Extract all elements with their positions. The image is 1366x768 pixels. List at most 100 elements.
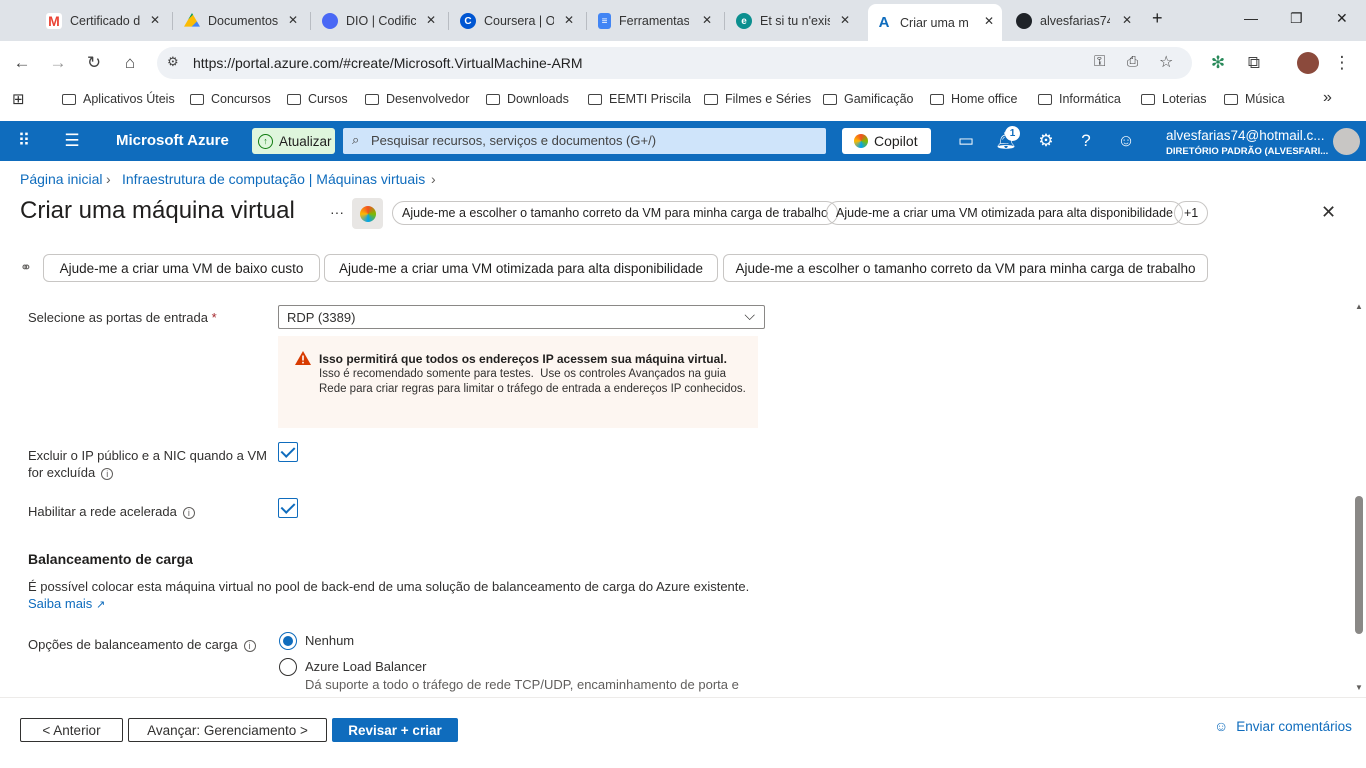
close-tab-icon[interactable]: ✕ — [840, 13, 850, 27]
password-key-icon[interactable]: ⚿ — [1094, 53, 1105, 70]
restore-icon[interactable]: ❐ — [1290, 10, 1303, 27]
learn-more-link[interactable]: Saiba mais ↗ — [28, 596, 105, 611]
scroll-up-icon[interactable]: ▲ — [1355, 302, 1363, 311]
home-icon[interactable]: ⌂ — [120, 53, 140, 73]
previous-button[interactable]: < Anterior — [20, 718, 123, 742]
browser-tab[interactable]: C Coursera | O ✕ — [452, 6, 582, 36]
bookmark-folder[interactable]: Informática — [1038, 92, 1121, 106]
scrollbar-thumb[interactable] — [1355, 496, 1363, 634]
bookmark-folder[interactable]: Concursos — [190, 92, 271, 106]
upgrade-button[interactable]: ↑ Atualizar — [252, 128, 335, 154]
bookmark-folder[interactable]: Home office — [930, 92, 1017, 106]
notification-badge: 1 — [1005, 126, 1020, 141]
global-search-input[interactable]: ⌕ Pesquisar recursos, serviços e documen… — [343, 128, 826, 154]
suggestion-high-availability-button[interactable]: Ajude-me a criar uma VM otimizada para a… — [324, 254, 718, 282]
bookmark-folder[interactable]: Filmes e Séries — [704, 92, 811, 106]
copilot-suggestions-icon[interactable] — [352, 198, 383, 229]
more-options-icon[interactable]: ··· — [330, 204, 344, 220]
close-tab-icon[interactable]: ✕ — [288, 13, 298, 27]
bookmark-star-icon[interactable]: ☆ — [1159, 52, 1173, 72]
install-app-icon[interactable]: ⎙ — [1127, 53, 1138, 70]
inbound-ports-select[interactable]: RDP (3389) ⌵ — [278, 305, 765, 329]
settings-gear-icon[interactable]: ⚙ — [1035, 131, 1057, 151]
url-text[interactable]: https://portal.azure.com/#create/Microso… — [193, 55, 583, 71]
address-bar[interactable]: ⚙ https://portal.azure.com/#create/Micro… — [157, 47, 1192, 79]
bookmark-folder[interactable]: Cursos — [287, 92, 348, 106]
copilot-button[interactable]: Copilot — [842, 128, 931, 154]
azure-brand[interactable]: Microsoft Azure — [116, 132, 229, 149]
app-launcher-icon[interactable]: ⠿ — [13, 131, 35, 151]
user-avatar[interactable] — [1333, 128, 1360, 155]
close-tab-icon[interactable]: ✕ — [426, 13, 436, 27]
copilot-icon — [854, 134, 868, 148]
new-tab-icon[interactable]: + — [1152, 8, 1163, 29]
forward-icon[interactable]: → — [48, 53, 68, 73]
bookmark-folder[interactable]: Gamificação — [823, 92, 913, 106]
close-tab-icon[interactable]: ✕ — [984, 14, 994, 28]
close-tab-icon[interactable]: ✕ — [702, 13, 712, 27]
breadcrumb-home[interactable]: Página inicial — [20, 171, 103, 187]
portal-menu-icon[interactable]: ☰ — [61, 131, 83, 151]
browser-tab[interactable]: Documentos ✕ — [176, 6, 306, 36]
more-suggestions-pill[interactable]: +1 — [1174, 201, 1209, 225]
close-blade-icon[interactable]: ✕ — [1321, 202, 1336, 223]
suggestion-low-cost-button[interactable]: Ajude-me a criar uma VM de baixo custo — [43, 254, 320, 282]
user-directory[interactable]: DIRETÓRIO PADRÃO (ALVESFARI... — [1166, 146, 1328, 157]
browser-menu-icon[interactable]: ⋮ — [1332, 53, 1352, 73]
bookmark-folder[interactable]: Downloads — [486, 92, 569, 106]
github-icon — [1016, 13, 1032, 29]
minimize-icon[interactable]: — — [1244, 10, 1258, 26]
info-icon[interactable]: i — [101, 467, 114, 480]
next-management-button[interactable]: Avançar: Gerenciamento > — [128, 718, 327, 742]
review-create-button[interactable]: Revisar + criar — [332, 718, 458, 742]
browser-tab[interactable]: ≡ Ferramentas ✕ — [590, 6, 720, 36]
info-icon[interactable]: i — [243, 639, 256, 652]
extension-icon[interactable]: ✻ — [1208, 53, 1228, 73]
folder-icon — [704, 93, 718, 105]
suggestion-vm-size-button[interactable]: Ajude-me a escolher o tamanho correto da… — [723, 254, 1208, 282]
reload-icon[interactable]: ↻ — [84, 53, 104, 73]
browser-tab[interactable]: alvesfarias74 ✕ — [1008, 6, 1140, 36]
close-tab-icon[interactable]: ✕ — [150, 13, 160, 27]
feedback-icon[interactable]: ☺ — [1115, 131, 1137, 151]
folder-icon — [1141, 93, 1155, 105]
info-icon[interactable]: i — [182, 506, 195, 519]
content-scrollbar[interactable]: ▲ ▼ — [1353, 298, 1365, 696]
site-settings-icon[interactable]: ⚙ — [167, 54, 179, 70]
lb-option-azure-radio[interactable] — [279, 658, 297, 676]
lb-option-azure-label[interactable]: Azure Load Balancer — [305, 659, 426, 674]
lb-options-label: Opções de balanceamento de carga i — [28, 636, 256, 653]
external-link-icon: ↗ — [95, 599, 106, 611]
extensions-puzzle-icon[interactable]: ⧉ — [1244, 53, 1264, 73]
lb-option-none-label[interactable]: Nenhum — [305, 633, 354, 648]
more-bookmarks-icon[interactable]: » — [1323, 89, 1332, 107]
browser-tab[interactable]: DIO | Codific ✕ — [314, 6, 444, 36]
bookmark-folder[interactable]: Música — [1224, 92, 1285, 106]
scroll-down-icon[interactable]: ▼ — [1355, 683, 1363, 692]
user-email[interactable]: alvesfarias74@hotmail.c... — [1166, 128, 1325, 143]
bookmarks-bar: ⊞ Aplicativos Úteis Concursos Cursos Des… — [0, 85, 1366, 115]
breadcrumb-vms[interactable]: Infraestrutura de computação | Máquinas … — [122, 171, 425, 187]
accelerated-networking-checkbox[interactable] — [278, 498, 298, 518]
profile-avatar[interactable] — [1297, 52, 1319, 74]
help-icon[interactable]: ? — [1075, 131, 1097, 151]
copilot-suggestion-pill[interactable]: Ajude-me a escolher o tamanho correto da… — [392, 201, 838, 225]
bookmark-folder[interactable]: EEMTI Priscila — [588, 92, 691, 106]
bookmark-folder[interactable]: Loterias — [1141, 92, 1206, 106]
copilot-suggestion-pill[interactable]: Ajude-me a criar uma VM otimizada para a… — [826, 201, 1183, 225]
browser-tab[interactable]: M Certificado d ✕ — [38, 6, 168, 36]
delete-ip-nic-checkbox[interactable] — [278, 442, 298, 462]
browser-tab-active[interactable]: A Criar uma m ✕ — [868, 4, 1002, 41]
send-feedback-link[interactable]: ☺ Enviar comentários — [1214, 718, 1352, 734]
lb-option-none-radio[interactable] — [279, 632, 297, 650]
back-icon[interactable]: ← — [12, 53, 32, 73]
apps-grid-icon[interactable]: ⊞ — [12, 90, 25, 108]
close-tab-icon[interactable]: ✕ — [564, 13, 574, 27]
close-tab-icon[interactable]: ✕ — [1122, 13, 1132, 27]
close-window-icon[interactable]: ✕ — [1336, 10, 1348, 27]
load-balancing-heading: Balanceamento de carga — [28, 551, 193, 567]
bookmark-folder[interactable]: Desenvolvedor — [365, 92, 469, 106]
bookmark-folder[interactable]: Aplicativos Úteis — [62, 92, 175, 106]
browser-tab[interactable]: e Et si tu n'exis ✕ — [728, 6, 858, 36]
cloud-shell-icon[interactable]: ▭ — [955, 131, 977, 151]
